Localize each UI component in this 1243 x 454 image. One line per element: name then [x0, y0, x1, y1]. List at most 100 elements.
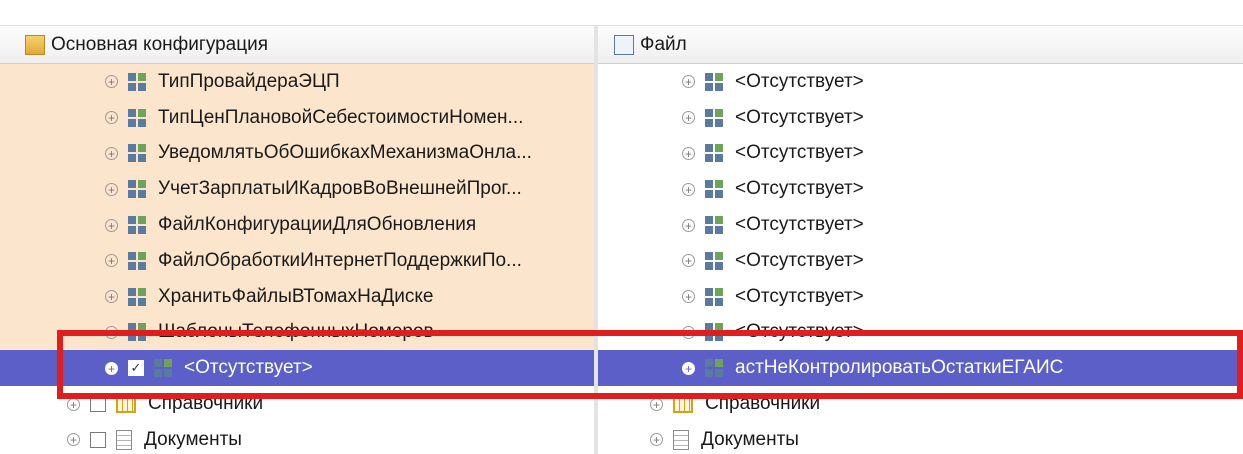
selected-tree-row[interactable]: + астНеКонтролироватьОстаткиЕГАИС [598, 350, 1243, 387]
tree-row-label: <Отсутствует> [184, 357, 313, 379]
constant-icon [705, 108, 723, 127]
main-config-header[interactable]: Основная конфигурация [0, 25, 594, 64]
tree-row-label: ТипПровайдераЭЦП [158, 70, 340, 92]
expand-icon[interactable]: + [682, 361, 695, 375]
tree-row[interactable]: + УведомлятьОбОшибкахМеханизмаОнла... [0, 135, 594, 172]
comparison-window: Основная конфигурация + ТипПровайдераЭЦП… [0, 0, 1243, 454]
expand-icon[interactable]: + [682, 218, 695, 232]
tree-row-label: <Отсутствует> [735, 70, 864, 92]
constant-icon [128, 180, 146, 199]
main-config-header-label: Основная конфигурация [51, 33, 269, 55]
tree-row[interactable]: + ФайлКонфигурацииДляОбновления [0, 207, 594, 243]
expand-icon[interactable]: + [682, 325, 695, 339]
tree-row-label: <Отсутствует> [735, 142, 864, 164]
constant-icon [128, 251, 146, 270]
document-icon [673, 429, 689, 450]
expand-icon[interactable]: + [650, 397, 663, 411]
constant-icon [705, 359, 723, 378]
constant-icon [128, 287, 146, 306]
tree-row[interactable]: + ХранитьФайлыВТомахНаДиске [0, 278, 594, 315]
main-config-column: Основная конфигурация + ТипПровайдераЭЦП… [0, 25, 594, 454]
expand-icon[interactable]: + [682, 146, 695, 160]
merge-checkbox[interactable]: ✓ [128, 360, 144, 377]
expand-icon[interactable]: + [682, 290, 695, 304]
merge-checkbox[interactable] [90, 396, 106, 413]
tree-row-catalogs[interactable]: + Справочники [0, 386, 594, 422]
tree-row[interactable]: + ТипЦенПлановойСебестоимостиНомен... [0, 99, 594, 136]
tree-row-label: <Отсутствует> [735, 249, 864, 271]
tree-row[interactable]: + <Отсутствует> [598, 99, 1243, 136]
expand-icon[interactable]: + [650, 433, 663, 447]
tree-row-label: УведомлятьОбОшибкахМеханизмаОнла... [158, 142, 532, 164]
tree-row[interactable]: + <Отсутствует> [598, 278, 1243, 315]
tree-row[interactable]: + <Отсутствует> [598, 135, 1243, 172]
selected-tree-row[interactable]: + ✓ <Отсутствует> [0, 350, 594, 387]
tree-row-label: ФайлОбработкиИнтернетПоддержкиПо... [158, 249, 522, 271]
tree-row[interactable]: + ФайлОбработкиИнтернетПоддержкиПо... [0, 242, 594, 279]
tree-row-label: <Отсутствует> [735, 214, 864, 236]
constant-icon [705, 251, 723, 270]
tree-row-label: Документы [701, 428, 799, 450]
expand-icon[interactable]: + [105, 290, 118, 304]
expand-icon[interactable]: + [105, 146, 118, 160]
file-icon [614, 34, 634, 55]
expand-icon[interactable]: + [105, 325, 118, 339]
constant-icon [128, 72, 146, 91]
configuration-icon [25, 34, 45, 55]
tree-row[interactable]: + <Отсутствует> [598, 171, 1243, 208]
tree-row-label: Документы [144, 428, 242, 450]
expand-icon[interactable]: + [682, 111, 695, 125]
constant-icon [128, 216, 146, 235]
tree-row-label: Справочники [148, 393, 264, 415]
expand-icon[interactable]: + [105, 361, 118, 375]
tree-row-label: Справочники [705, 393, 821, 415]
expand-icon[interactable]: + [105, 218, 118, 232]
expand-icon[interactable]: + [682, 182, 695, 196]
catalog-icon [673, 395, 693, 414]
tree-row-catalogs[interactable]: + Справочники [598, 386, 1243, 422]
expand-icon[interactable]: + [67, 397, 80, 411]
constant-icon [154, 359, 172, 378]
file-header-label: Файл [640, 33, 687, 55]
constant-icon [705, 216, 723, 235]
tree-row-label: ХранитьФайлыВТомахНаДиске [158, 285, 434, 307]
expand-icon[interactable]: + [105, 75, 118, 89]
expand-icon[interactable]: + [105, 111, 118, 125]
tree-row-label: ШаблоныТелефонныхНомеров [158, 321, 434, 343]
tree-row-label: ТипЦенПлановойСебестоимостиНомен... [158, 106, 524, 128]
expand-icon[interactable]: + [682, 254, 695, 268]
constant-icon [128, 144, 146, 163]
file-config-column: Файл + <Отсутствует> + <Отсутствует> + <… [598, 25, 1243, 454]
expand-icon[interactable]: + [105, 182, 118, 196]
tree-row[interactable]: + УчетЗарплатыИКадровВоВнешнейПрог... [0, 171, 594, 208]
expand-icon[interactable]: + [682, 75, 695, 89]
constant-icon [705, 323, 723, 342]
tree-row-label: ФайлКонфигурацииДляОбновления [158, 214, 477, 236]
expand-icon[interactable]: + [67, 433, 80, 447]
tree-row[interactable]: + <Отсутствует> [598, 207, 1243, 243]
tree-row-label: астНеКонтролироватьОстаткиЕГАИС [735, 357, 1064, 379]
tree-row-documents[interactable]: + Документы [598, 422, 1243, 454]
tree-row-label: УчетЗарплатыИКадровВоВнешнейПрог... [158, 178, 522, 200]
constant-icon [705, 287, 723, 306]
constant-icon [128, 323, 146, 342]
constant-icon [705, 72, 723, 91]
merge-checkbox[interactable] [90, 431, 106, 448]
tree-row-label: <Отсутствует> [735, 321, 864, 343]
tree-row[interactable]: + ШаблоныТелефонныхНомеров [0, 314, 594, 351]
tree-row-label: <Отсутствует> [735, 106, 864, 128]
document-icon [116, 429, 132, 450]
constant-icon [705, 144, 723, 163]
catalog-icon [116, 395, 136, 414]
constant-icon [705, 180, 723, 199]
tree-row[interactable]: + <Отсутствует> [598, 64, 1243, 100]
expand-icon[interactable]: + [105, 254, 118, 268]
tree-row-label: <Отсутствует> [735, 178, 864, 200]
tree-row[interactable]: + ТипПровайдераЭЦП [0, 64, 594, 100]
tree-row-label: <Отсутствует> [735, 285, 864, 307]
file-header[interactable]: Файл [598, 25, 1243, 64]
tree-row[interactable]: + <Отсутствует> [598, 314, 1243, 351]
tree-row-documents[interactable]: + Документы [0, 422, 594, 454]
tree-row[interactable]: + <Отсутствует> [598, 242, 1243, 279]
constant-icon [128, 108, 146, 127]
